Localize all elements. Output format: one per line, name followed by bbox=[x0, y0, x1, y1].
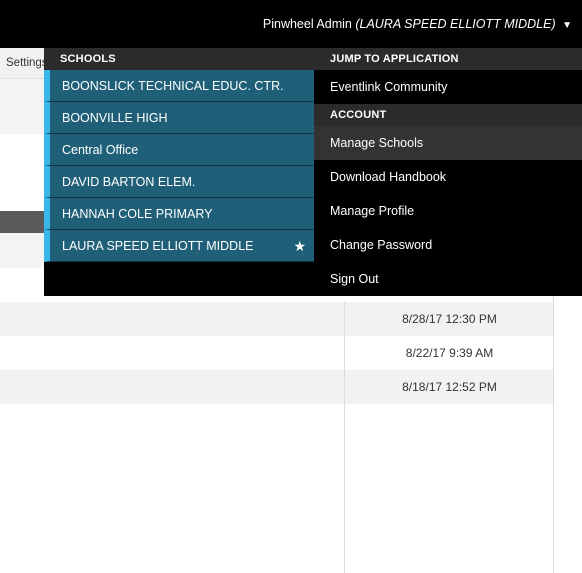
user-dropdown-menu: SCHOOLS BOONSLICK TECHNICAL EDUC. CTR. B… bbox=[44, 48, 582, 296]
school-item-label: BOONVILLE HIGH bbox=[62, 111, 168, 125]
menu-item-change-password[interactable]: Change Password bbox=[314, 228, 582, 262]
row-date: 8/22/17 9:39 AM bbox=[344, 336, 554, 370]
caret-down-icon: ▼ bbox=[562, 20, 572, 31]
school-item-central-office[interactable]: Central Office bbox=[44, 134, 314, 166]
school-item-hannah-cole[interactable]: HANNAH COLE PRIMARY bbox=[44, 198, 314, 230]
user-menu-toggle[interactable]: Pinwheel Admin (LAURA SPEED ELLIOTT MIDD… bbox=[263, 17, 572, 31]
row-date: 8/18/17 12:52 PM bbox=[344, 370, 554, 404]
school-item-david-barton[interactable]: DAVID BARTON ELEM. bbox=[44, 166, 314, 198]
school-item-boonville-high[interactable]: BOONVILLE HIGH bbox=[44, 102, 314, 134]
settings-tab-label: Settings bbox=[6, 57, 48, 69]
top-navbar: Pinwheel Admin (LAURA SPEED ELLIOTT MIDD… bbox=[0, 0, 582, 48]
table-row[interactable]: 8/28/17 12:30 PM bbox=[0, 302, 553, 336]
table-column-divider bbox=[344, 404, 554, 573]
schools-column: SCHOOLS BOONSLICK TECHNICAL EDUC. CTR. B… bbox=[44, 48, 314, 262]
menu-item-sign-out[interactable]: Sign Out bbox=[314, 262, 582, 296]
activity-table: 8/28/17 12:30 PM 8/22/17 9:39 AM 8/18/17… bbox=[0, 302, 553, 404]
school-item-label: HANNAH COLE PRIMARY bbox=[62, 207, 213, 221]
menu-item-manage-profile[interactable]: Manage Profile bbox=[314, 194, 582, 228]
school-item-boonslick[interactable]: BOONSLICK TECHNICAL EDUC. CTR. bbox=[44, 70, 314, 102]
schools-header: SCHOOLS bbox=[44, 48, 314, 70]
settings-tab[interactable]: Settings bbox=[0, 48, 50, 79]
jump-to-application-header: JUMP TO APPLICATION bbox=[314, 48, 582, 70]
menu-item-eventlink-community[interactable]: Eventlink Community bbox=[314, 70, 582, 104]
background-table-header bbox=[0, 211, 44, 233]
account-header: ACCOUNT bbox=[314, 104, 582, 126]
menu-item-manage-schools[interactable]: Manage Schools bbox=[314, 126, 582, 160]
school-item-label: DAVID BARTON ELEM. bbox=[62, 175, 196, 189]
user-name: Pinwheel Admin bbox=[262, 17, 352, 31]
table-row[interactable]: 8/18/17 12:52 PM bbox=[0, 370, 553, 404]
school-item-laura-speed-elliott[interactable]: LAURA SPEED ELLIOTT MIDDLE ★ bbox=[44, 230, 314, 262]
table-row[interactable]: 8/22/17 9:39 AM bbox=[0, 336, 553, 370]
school-item-label: Central Office bbox=[62, 143, 139, 157]
menu-item-download-handbook[interactable]: Download Handbook bbox=[314, 160, 582, 194]
applications-column: JUMP TO APPLICATION Eventlink Community … bbox=[314, 48, 582, 296]
row-date: 8/28/17 12:30 PM bbox=[344, 302, 554, 336]
background-panel bbox=[0, 79, 44, 134]
current-school-label: (LAURA SPEED ELLIOTT MIDDLE) bbox=[355, 17, 556, 31]
background-row bbox=[0, 233, 44, 268]
school-item-label: LAURA SPEED ELLIOTT MIDDLE bbox=[62, 239, 254, 253]
star-icon[interactable]: ★ bbox=[293, 230, 306, 262]
school-item-label: BOONSLICK TECHNICAL EDUC. CTR. bbox=[62, 79, 284, 93]
